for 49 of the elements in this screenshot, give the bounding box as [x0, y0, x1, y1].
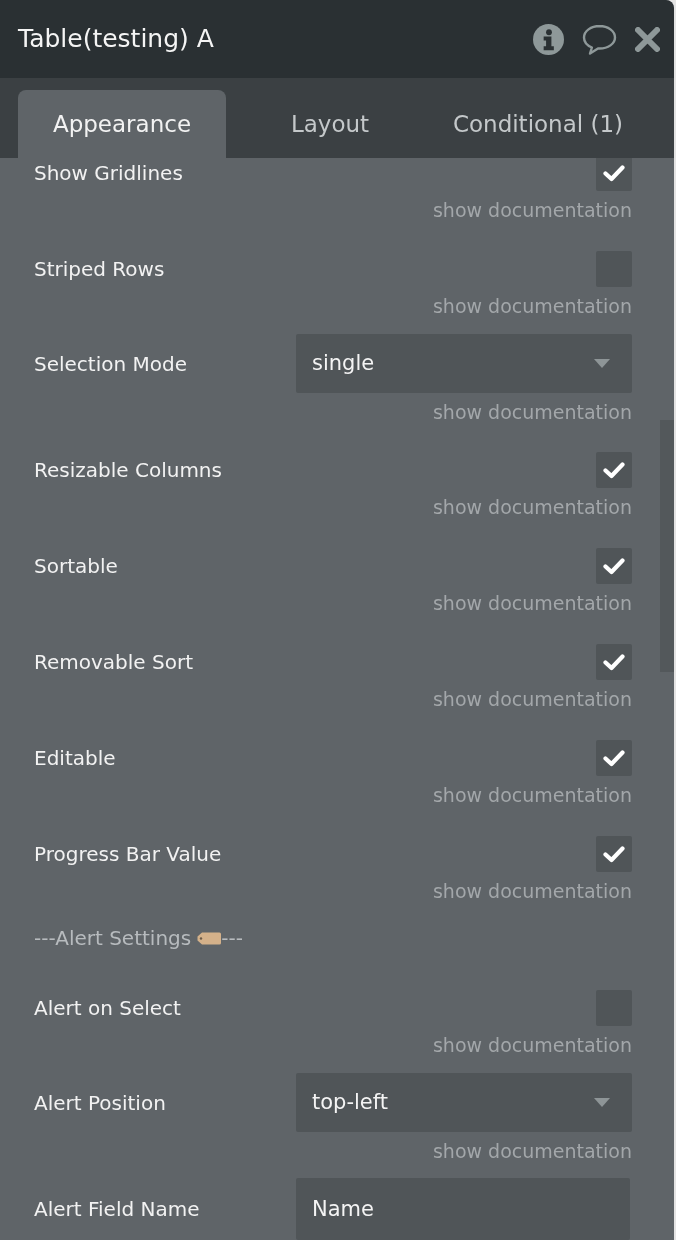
checkbox[interactable]: [596, 548, 632, 584]
documentation-link[interactable]: show documentation: [432, 400, 632, 424]
property-label: Striped Rows: [34, 256, 166, 283]
close-icon[interactable]: [635, 26, 660, 52]
documentation-link[interactable]: show documentation: [432, 495, 632, 519]
property-label: Progress Bar Value: [34, 841, 223, 868]
checkmark-icon: [603, 653, 625, 671]
documentation-link[interactable]: show documentation: [432, 879, 632, 903]
checkbox[interactable]: [596, 836, 632, 872]
caret-icon: [594, 359, 610, 368]
section-dashes: ---: [221, 925, 243, 952]
checkbox[interactable]: [596, 158, 632, 191]
documentation-link[interactable]: show documentation: [432, 1139, 632, 1163]
checkmark-icon: [603, 749, 625, 767]
documentation-link[interactable]: show documentation: [432, 591, 632, 615]
text-field[interactable]: Name: [296, 1178, 630, 1240]
property-label: Selection Mode: [34, 350, 189, 378]
property-label: Alert Position: [34, 1089, 167, 1117]
property-label: Sortable: [34, 553, 119, 580]
info-icon[interactable]: [533, 23, 564, 55]
property-label: Editable: [34, 745, 117, 772]
checkmark-icon: [603, 845, 625, 863]
tab[interactable]: Conditional (1): [434, 90, 642, 158]
checkmark-icon: [603, 557, 625, 575]
checkbox[interactable]: [596, 740, 632, 776]
checkmark-icon: [603, 164, 625, 182]
documentation-link[interactable]: show documentation: [432, 198, 632, 222]
property-label: Resizable Columns: [34, 457, 223, 484]
documentation-link[interactable]: show documentation: [432, 294, 632, 318]
property-label: Show Gridlines: [34, 160, 184, 187]
documentation-link[interactable]: show documentation: [432, 1033, 632, 1057]
dropdown[interactable]: single: [296, 334, 632, 393]
property-label: Removable Sort: [34, 649, 195, 676]
section-heading: ---Alert Settings: [34, 925, 192, 952]
tab[interactable]: Appearance: [18, 90, 226, 158]
documentation-link[interactable]: show documentation: [432, 783, 632, 807]
tab[interactable]: Layout: [226, 90, 434, 158]
checkmark-icon: [603, 461, 625, 479]
scrollbar-thumb[interactable]: [660, 420, 674, 672]
caret-icon: [594, 1098, 610, 1107]
comment-icon[interactable]: [582, 23, 617, 55]
checkbox[interactable]: [596, 644, 632, 680]
panel-title: Table(testing) A: [18, 23, 214, 56]
documentation-link[interactable]: show documentation: [432, 687, 632, 711]
property-label: Alert Field Name: [34, 1196, 201, 1223]
checkbox[interactable]: [596, 452, 632, 488]
tag-icon: [197, 931, 222, 945]
property-label: Alert on Select: [34, 995, 182, 1022]
dropdown[interactable]: top-left: [296, 1073, 632, 1132]
